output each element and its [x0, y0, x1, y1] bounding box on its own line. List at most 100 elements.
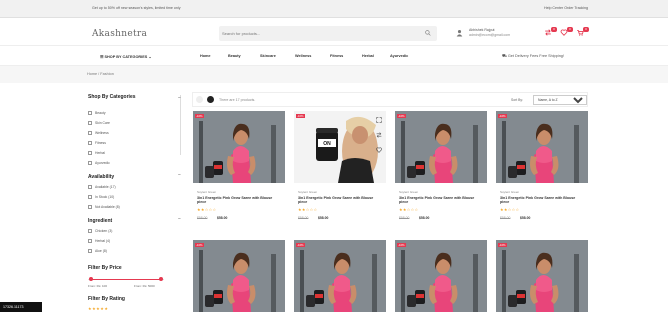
- availability-filter-title: Availability: [88, 174, 115, 180]
- expand-icon[interactable]: [376, 117, 382, 123]
- checkbox-label: Herbal (4): [95, 239, 111, 243]
- checkbox[interactable]: [88, 161, 92, 165]
- help-links[interactable]: Help Center Order Tracking: [544, 6, 588, 10]
- status-overlay: 17326.11173: [0, 302, 42, 312]
- grid-view-icon[interactable]: [207, 96, 214, 103]
- sidebar-scrollbar[interactable]: [180, 95, 181, 155]
- filter-checkbox-herbal[interactable]: Herbal: [88, 150, 105, 156]
- truck-icon: ⛟: [502, 54, 507, 58]
- product-name[interactable]: 3in1 Energetic Pink Grow Saree with Blou…: [399, 196, 483, 205]
- wishlist-badge: 0: [567, 27, 573, 32]
- sale-badge: -10%: [498, 114, 507, 118]
- checkbox[interactable]: [88, 195, 92, 199]
- product-name[interactable]: 3in1 Energetic Pink Grow Saree with Blou…: [197, 196, 281, 205]
- sort-label: Sort By:: [511, 98, 524, 102]
- search-input[interactable]: [222, 28, 412, 38]
- product-image[interactable]: -10%: [294, 111, 386, 183]
- product-image[interactable]: -10%: [193, 111, 285, 183]
- sale-badge: -10%: [397, 114, 406, 118]
- nav-herbal[interactable]: Herbal: [362, 54, 374, 58]
- filter-checkbox-available[interactable]: Available (17): [88, 184, 116, 190]
- filter-checkbox-fitness[interactable]: Fitness: [88, 140, 106, 146]
- rating-filter-stars[interactable]: ★★★★★: [88, 306, 108, 311]
- nav-home[interactable]: Home: [200, 54, 211, 58]
- product-image[interactable]: -10%: [193, 240, 285, 312]
- checkbox[interactable]: [88, 229, 92, 233]
- filter-checkbox-not-available[interactable]: Not Available (8): [88, 204, 120, 210]
- nav-wellness[interactable]: Wellness: [295, 54, 311, 58]
- product-rating: ★★☆☆☆: [500, 207, 520, 212]
- checkbox[interactable]: [88, 249, 92, 253]
- product-photo: [395, 240, 487, 312]
- cart-badge: 0: [583, 27, 589, 32]
- categories-collapse-icon[interactable]: −: [178, 95, 181, 101]
- sort-select[interactable]: Name, A to Z: [533, 95, 587, 105]
- top-announcement-bar: Get up to 50% off new season's styles, l…: [0, 0, 668, 18]
- sale-badge: -10%: [195, 114, 204, 118]
- shop-by-categories-button[interactable]: ☰ SHOP BY CATEGORIES ⌄: [100, 54, 152, 59]
- nav-beauty[interactable]: Beauty: [228, 54, 241, 58]
- checkbox[interactable]: [88, 151, 92, 155]
- free-shipping-notice: ⛟ Get Delivery Fees Free Shipping!: [502, 54, 564, 59]
- product-brand: Soylent Green: [500, 190, 520, 194]
- compare-icon[interactable]: [376, 132, 382, 138]
- filter-checkbox-aloe[interactable]: Aloe (8): [88, 248, 107, 254]
- product-brand: Soylent Green: [298, 190, 318, 194]
- filter-checkbox-wellness[interactable]: Wellness: [88, 130, 109, 136]
- product-image[interactable]: -10%: [395, 111, 487, 183]
- sale-badge: -10%: [296, 114, 305, 118]
- filter-checkbox-herbal-ingredient[interactable]: Herbal (4): [88, 238, 110, 244]
- nav-skincare[interactable]: Skincare: [260, 54, 276, 58]
- checkbox[interactable]: [88, 185, 92, 189]
- product-price: $58.00: [318, 216, 329, 220]
- checkbox[interactable]: [88, 239, 92, 243]
- filter-checkbox-in-stock[interactable]: In Stock (10): [88, 194, 114, 200]
- user-email: admin@ecom@gmail.com: [469, 33, 511, 37]
- product-price: $58.00: [520, 216, 531, 220]
- filter-checkbox-skincare[interactable]: Skin Care: [88, 120, 110, 126]
- product-photo: [294, 111, 386, 183]
- ingredient-filter-title: Ingredient: [88, 218, 113, 224]
- checkbox-label: Chicken (3): [95, 229, 113, 233]
- product-brand: Soylent Green: [399, 190, 419, 194]
- main-navigation: ☰ SHOP BY CATEGORIES ⌄ Home Beauty Skinc…: [0, 46, 668, 66]
- checkbox[interactable]: [88, 111, 92, 115]
- product-image[interactable]: -10%: [496, 111, 588, 183]
- product-name[interactable]: 3in1 Energetic Pink Grow Saree with Blou…: [500, 196, 584, 205]
- search-icon[interactable]: [425, 30, 431, 36]
- promo-text: Get up to 50% off new season's styles, l…: [92, 6, 181, 10]
- checkbox[interactable]: [88, 131, 92, 135]
- nav-ayurvedic[interactable]: Ayurvedic: [390, 54, 408, 58]
- breadcrumb-text[interactable]: Home / Fashion: [87, 72, 114, 76]
- nav-fitness[interactable]: Fitness: [330, 54, 343, 58]
- site-logo[interactable]: Akashnetra: [92, 29, 147, 39]
- slider-max-handle[interactable]: [159, 277, 163, 281]
- checkbox[interactable]: [88, 121, 92, 125]
- product-price: $58.00: [217, 216, 228, 220]
- product-image[interactable]: -10%: [294, 240, 386, 312]
- search-bar: [219, 26, 437, 41]
- product-rating: ★★☆☆☆: [298, 207, 318, 212]
- product-image[interactable]: -10%: [395, 240, 487, 312]
- shop-by-categories-label: SHOP BY CATEGORIES: [104, 55, 148, 59]
- product-old-price: $58.00: [298, 216, 309, 220]
- filter-sidebar: Shop By Categories Beauty Skin Care Well…: [88, 90, 186, 312]
- checkbox[interactable]: [88, 205, 92, 209]
- ingredient-collapse-icon[interactable]: −: [178, 216, 181, 222]
- product-rating: ★★☆☆☆: [399, 207, 419, 212]
- filter-checkbox-ayurvedic[interactable]: Ayurvedic: [88, 160, 110, 166]
- product-old-price: $58.00: [399, 216, 410, 220]
- list-view-icon[interactable]: [196, 96, 203, 103]
- availability-collapse-icon[interactable]: −: [178, 172, 181, 178]
- breadcrumb: Home / Fashion: [0, 66, 668, 83]
- checkbox-label: In Stock (10): [95, 195, 115, 199]
- price-range-slider[interactable]: [88, 277, 164, 281]
- product-name[interactable]: 3in1 Energetic Pink Grow Saree with Blou…: [298, 196, 382, 205]
- wishlist-icon[interactable]: [376, 147, 382, 153]
- filter-checkbox-chicken[interactable]: Chicken (3): [88, 228, 112, 234]
- product-image[interactable]: -10%: [496, 240, 588, 312]
- product-brand: Soylent Green: [197, 190, 217, 194]
- slider-min-handle[interactable]: [89, 277, 93, 281]
- checkbox[interactable]: [88, 141, 92, 145]
- filter-checkbox-beauty[interactable]: Beauty: [88, 110, 106, 116]
